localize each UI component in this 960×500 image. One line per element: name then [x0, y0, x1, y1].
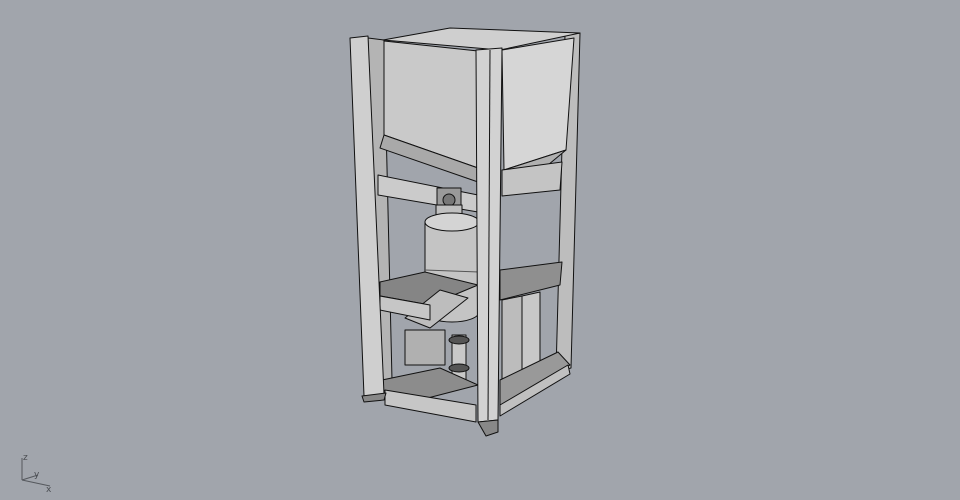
motor-shaft	[442, 193, 456, 207]
drum-top	[424, 212, 480, 232]
y-axis-label: y	[34, 470, 40, 480]
hopper-right-panel	[501, 37, 575, 171]
lower-motor	[404, 329, 446, 366]
cad-viewport[interactable]	[0, 0, 960, 500]
axis-indicator: z y x	[21, 453, 52, 495]
center-foot	[477, 419, 499, 437]
machine-model[interactable]	[349, 27, 581, 437]
left-crossbar	[377, 174, 479, 213]
z-axis-label: z	[23, 453, 28, 463]
x-axis-label: x	[46, 485, 52, 495]
